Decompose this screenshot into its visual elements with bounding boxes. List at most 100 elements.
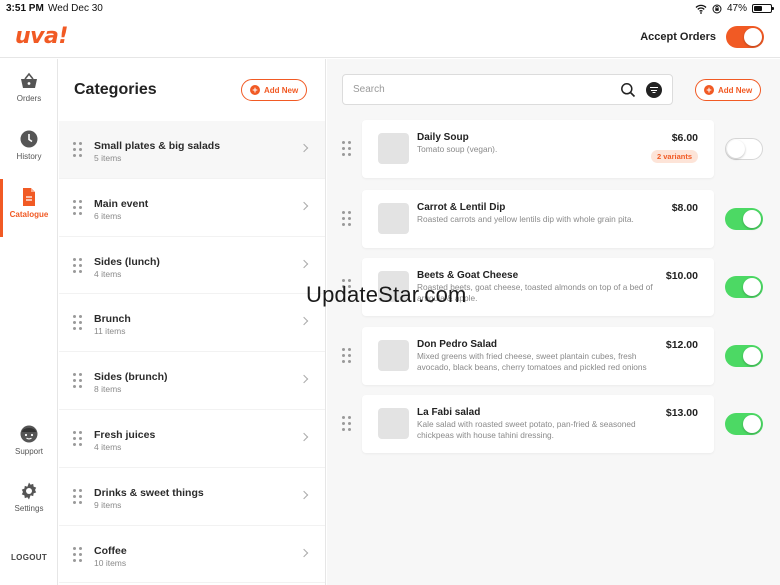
- category-count: 6 items: [94, 210, 122, 221]
- menu-item-row: Carrot & Lentil Dip Roasted carrots and y…: [327, 190, 780, 248]
- item-thumbnail: [378, 203, 409, 234]
- category-name: Small plates & big salads: [94, 140, 221, 152]
- category-item[interactable]: Drinks & sweet things 9 items: [59, 468, 325, 526]
- nav-orders[interactable]: Orders: [0, 71, 58, 103]
- category-name: Brunch: [94, 313, 131, 326]
- category-count: 9 items: [94, 499, 122, 510]
- menu-item-card[interactable]: Don Pedro Salad Mixed greens with fried c…: [362, 327, 714, 385]
- status-date: Wed Dec 30: [48, 3, 103, 14]
- variants-badge[interactable]: 2 variants: [650, 150, 698, 163]
- category-count: 4 items: [94, 441, 122, 452]
- add-category-button[interactable]: + Add New: [241, 79, 308, 101]
- item-desc: Mixed greens with fried cheese, sweet pl…: [417, 351, 647, 372]
- item-availability-toggle[interactable]: [725, 208, 763, 230]
- filter-icon[interactable]: [646, 82, 662, 98]
- drag-handle-icon[interactable]: [73, 546, 83, 563]
- drag-handle-icon[interactable]: [342, 416, 352, 432]
- category-name: Drinks & sweet things: [94, 486, 204, 499]
- item-name: Carrot & Lentil Dip: [417, 202, 506, 213]
- add-item-button[interactable]: + Add New: [695, 79, 762, 101]
- watermark-text: UpdateStar.com: [306, 282, 467, 307]
- menu-item-card[interactable]: La Fabi salad Kale salad with roasted swe…: [362, 395, 714, 453]
- chevron-right-icon: [299, 374, 309, 384]
- drag-handle-icon[interactable]: [73, 257, 83, 274]
- item-desc: Kale salad with roasted sweet potato, pa…: [417, 419, 636, 440]
- category-item[interactable]: Sides (brunch) 8 items: [59, 352, 325, 410]
- item-price: $8.00: [671, 202, 698, 214]
- nav-orders-label: Orders: [16, 94, 42, 103]
- drag-handle-icon[interactable]: [342, 211, 352, 227]
- nav-settings[interactable]: Settings: [0, 481, 58, 513]
- app-logo: uva!: [15, 24, 68, 49]
- status-right: 47%: [695, 3, 774, 14]
- drag-handle-icon[interactable]: [73, 142, 83, 158]
- drag-handle-icon[interactable]: [73, 199, 83, 216]
- document-icon: [23, 188, 35, 206]
- category-item[interactable]: Small plates & big salads 5 items: [59, 121, 325, 179]
- menu-item-card[interactable]: Daily Soup Tomato soup (vegan). $6.00 2 var…: [362, 120, 714, 178]
- item-price: $13.00: [665, 407, 698, 419]
- categories-title: Categories: [74, 81, 157, 98]
- nav-support-label: Support: [14, 447, 44, 456]
- item-availability-toggle[interactable]: [725, 413, 763, 435]
- logout-button[interactable]: LOGOUT: [0, 553, 58, 562]
- status-bar: 3:51 PM Wed Dec 30 47%: [0, 0, 780, 18]
- item-name: Daily Soup: [417, 132, 469, 143]
- category-name: Sides (brunch): [94, 371, 168, 384]
- chevron-right-icon: [299, 548, 309, 557]
- drag-handle-icon[interactable]: [73, 430, 83, 447]
- item-price: $6.00: [671, 132, 698, 144]
- battery-fill: [754, 6, 763, 11]
- search-icon[interactable]: [620, 82, 636, 98]
- category-name: Fresh juices: [94, 428, 156, 441]
- category-count: 11 items: [94, 326, 126, 337]
- category-item[interactable]: Brunch 11 items: [59, 294, 325, 353]
- search-input[interactable]: Search: [353, 84, 385, 95]
- clock-icon: [20, 130, 38, 148]
- nav-history[interactable]: History: [0, 129, 58, 161]
- drag-handle-icon[interactable]: [73, 373, 83, 389]
- item-desc: Roasted carrots and yellow lentils dip w…: [417, 214, 634, 224]
- items-panel: Search + Add New Daily Soup Tomato soup (…: [327, 59, 780, 585]
- chevron-right-icon: [299, 432, 309, 442]
- toggle-knob: [743, 347, 761, 365]
- drag-handle-icon[interactable]: [342, 348, 352, 364]
- item-availability-toggle[interactable]: [725, 138, 763, 160]
- menu-item-row: Don Pedro Salad Mixed greens with fried c…: [327, 327, 780, 385]
- orientation-lock-icon: [712, 4, 722, 13]
- drag-handle-icon[interactable]: [342, 141, 352, 157]
- category-name: Coffee: [94, 544, 127, 557]
- category-item[interactable]: Fresh juices 4 items: [59, 410, 325, 468]
- plus-icon: +: [704, 85, 714, 95]
- chevron-right-icon: [299, 317, 309, 326]
- app-header: uva! Accept Orders: [0, 18, 780, 58]
- category-item[interactable]: Main event 6 items: [59, 179, 325, 237]
- toggle-knob: [744, 28, 762, 46]
- category-count: 5 items: [94, 153, 122, 163]
- category-item[interactable]: Sides (lunch) 4 items: [59, 237, 325, 295]
- chevron-right-icon: [299, 259, 309, 268]
- category-item[interactable]: Coffee 10 items: [59, 526, 325, 584]
- menu-item-card[interactable]: Carrot & Lentil Dip Roasted carrots and y…: [362, 190, 714, 248]
- item-name: Don Pedro Salad: [417, 339, 498, 350]
- toggle-knob: [727, 140, 745, 158]
- drag-handle-icon[interactable]: [73, 315, 83, 331]
- accept-orders-toggle[interactable]: [726, 26, 764, 48]
- nav-history-label: History: [16, 152, 42, 161]
- category-name: Sides (lunch): [94, 255, 160, 268]
- accept-orders-label: Accept Orders: [640, 31, 716, 43]
- item-price: $12.00: [665, 339, 698, 351]
- item-name: Beets & Goat Cheese: [417, 270, 519, 281]
- nav-catalogue[interactable]: Catalogue: [0, 179, 58, 237]
- category-count: 4 items: [94, 268, 122, 279]
- item-thumbnail: [378, 133, 409, 164]
- item-availability-toggle[interactable]: [725, 345, 763, 367]
- nav-support[interactable]: Support: [0, 424, 58, 456]
- item-thumbnail: [378, 408, 409, 439]
- category-count: 10 items: [94, 557, 127, 568]
- item-availability-toggle[interactable]: [725, 276, 763, 298]
- add-category-label: Add New: [264, 85, 299, 95]
- drag-handle-icon[interactable]: [73, 488, 83, 505]
- search-bar[interactable]: Search: [342, 74, 673, 105]
- item-desc: Tomato soup (vegan).: [417, 144, 498, 154]
